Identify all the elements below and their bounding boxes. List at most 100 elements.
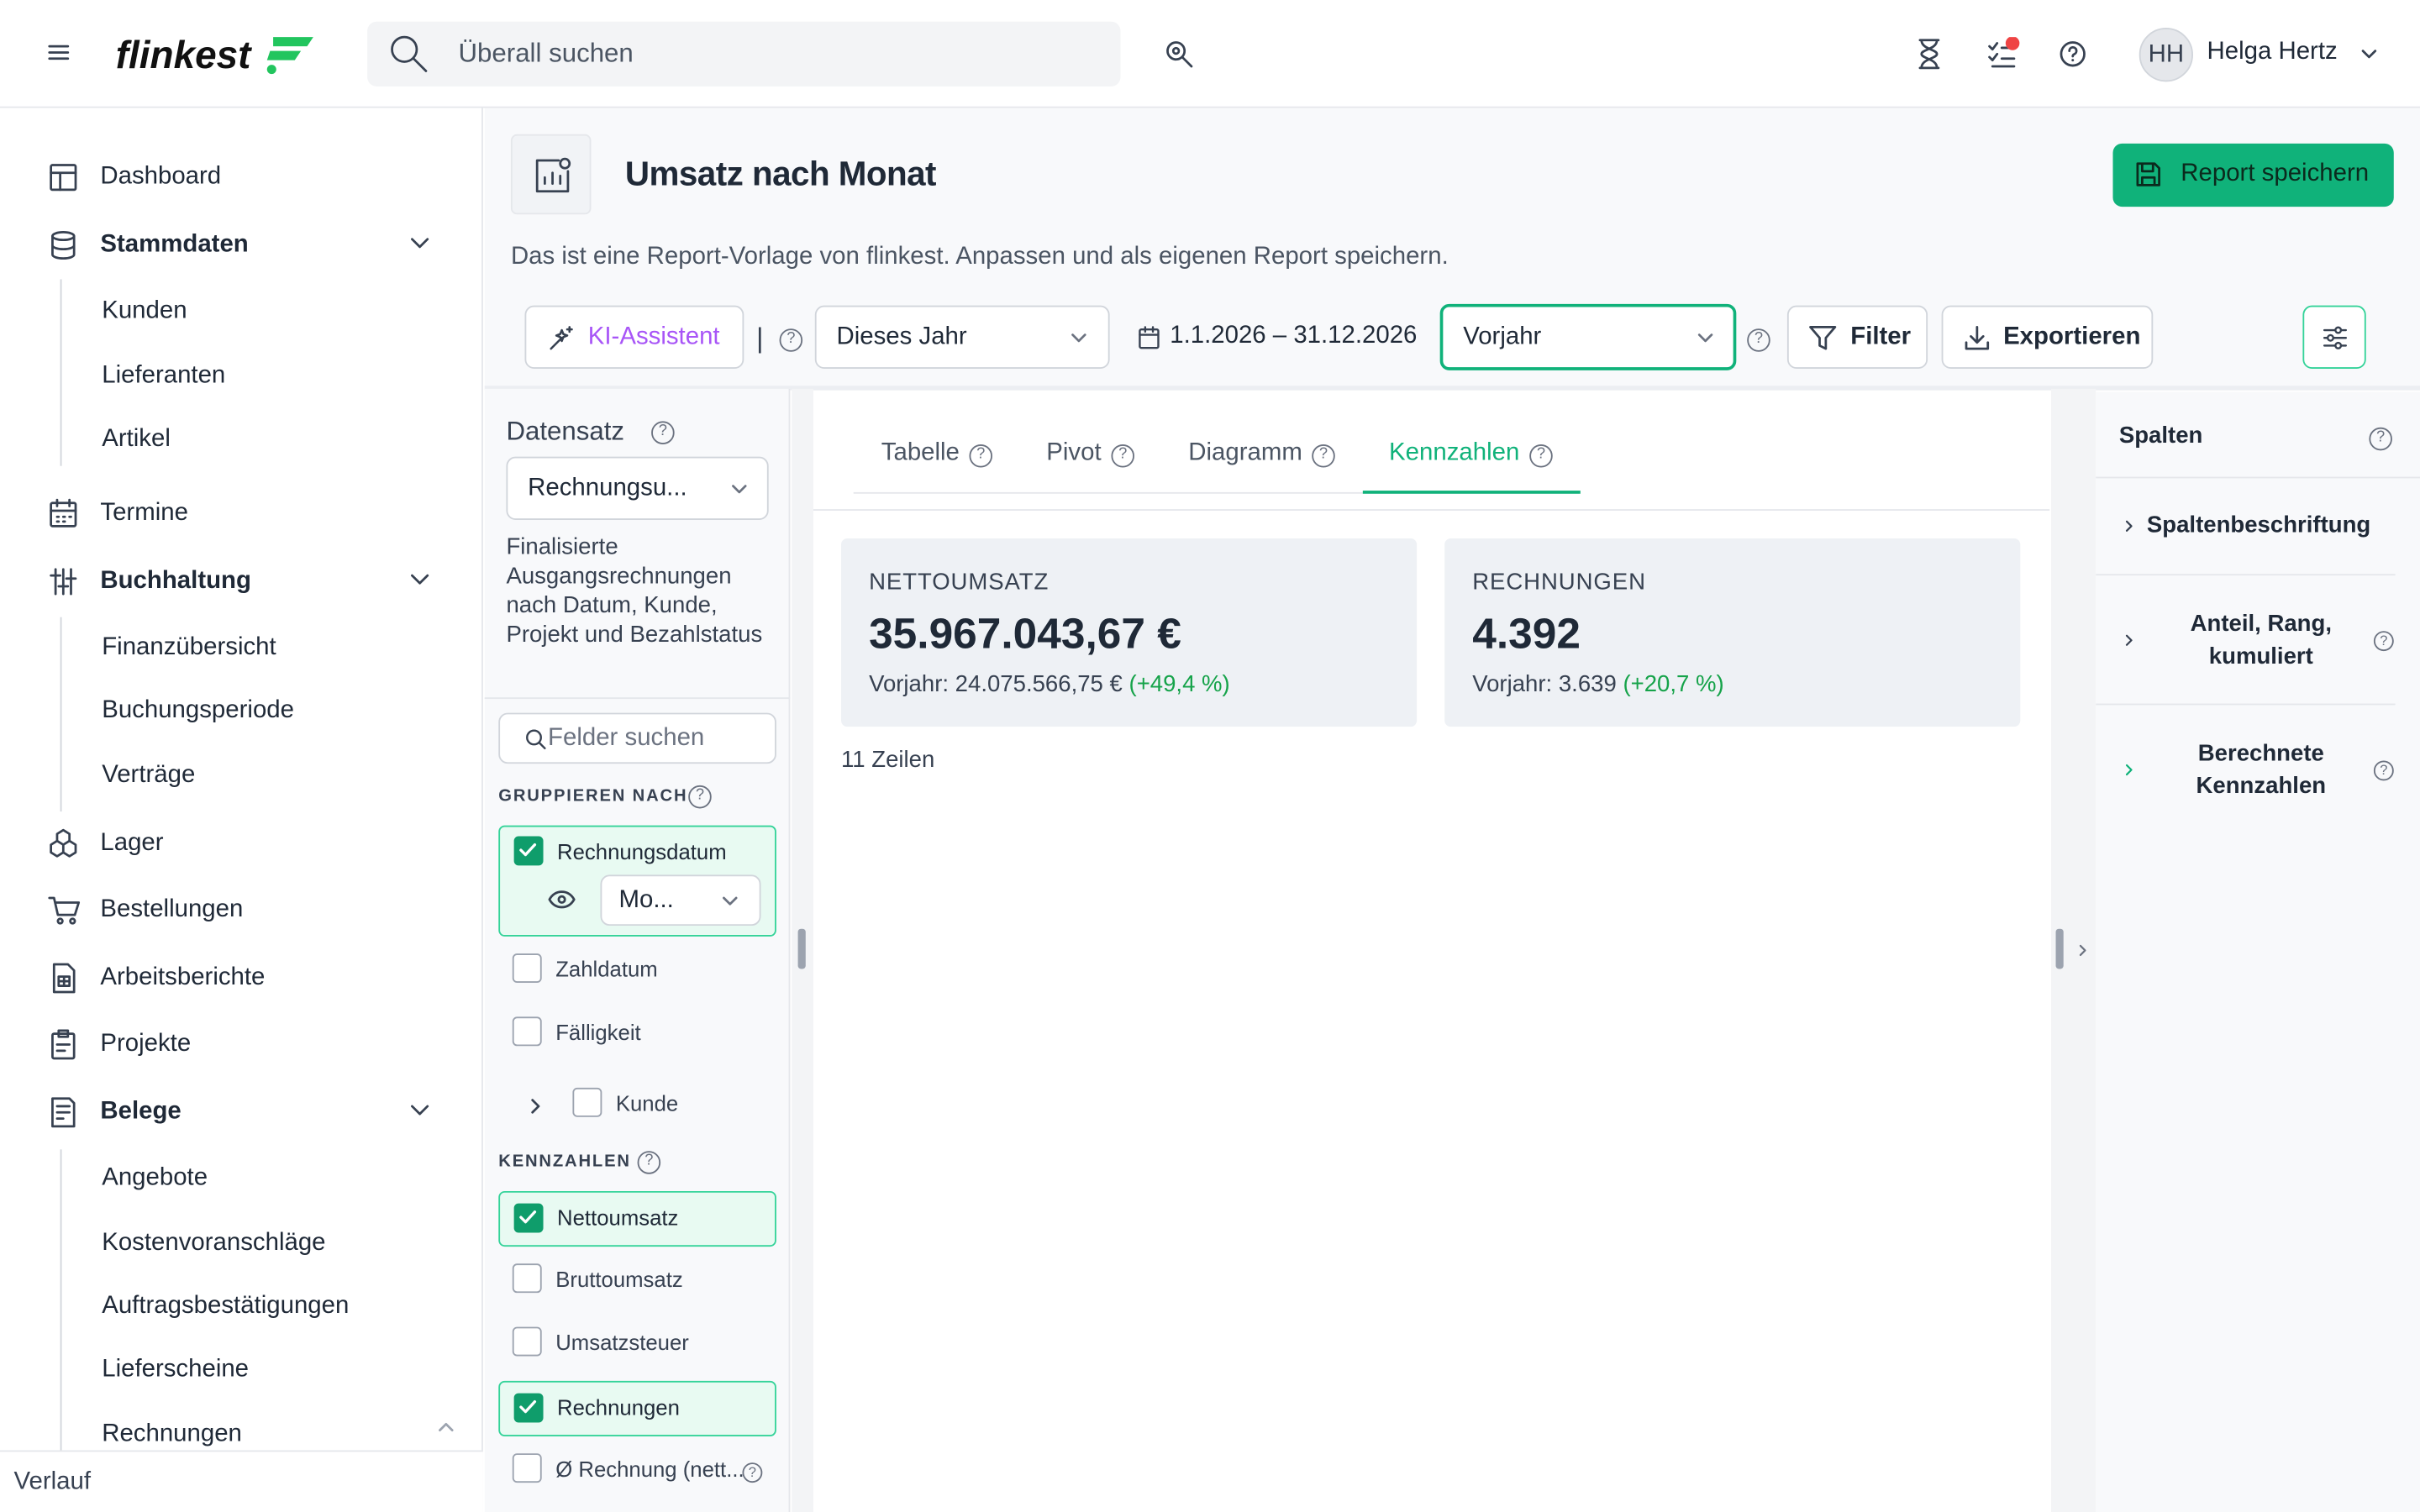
help-icon[interactable]: ? <box>2373 631 2394 652</box>
help-icon[interactable]: ? <box>688 785 712 809</box>
ai-assistant-button[interactable]: KI-Assistent <box>524 305 744 369</box>
checkbox-checked[interactable] <box>513 1393 544 1423</box>
tab-tabelle[interactable]: Tabelle <box>881 439 960 467</box>
sidebar-item-lieferscheine[interactable]: Lieferscheine <box>102 1356 249 1383</box>
sidebar-item-label: Bestellungen <box>100 896 244 923</box>
date-range[interactable]: 1.1.2026 – 31.12.2026 <box>1170 323 1417 350</box>
field-label: Zahldatum <box>555 956 658 982</box>
checkbox-checked[interactable] <box>513 836 544 866</box>
columns-heading: Spalten <box>2118 423 2203 449</box>
kpi-previous: Vorjahr: 24.075.566,75 € <box>869 670 1123 698</box>
chevron-down-icon <box>409 572 431 587</box>
save-icon <box>2134 160 2162 188</box>
avatar[interactable]: HH <box>2139 28 2193 82</box>
hourglass-icon[interactable] <box>1915 39 1943 70</box>
field-label: Fälligkeit <box>555 1020 641 1045</box>
receipt-icon <box>48 1097 79 1128</box>
sparkles-icon <box>546 326 574 354</box>
panel-resizer[interactable] <box>2051 388 2096 1512</box>
eye-icon[interactable] <box>548 889 576 911</box>
help-icon[interactable]: ? <box>969 444 993 468</box>
sidebar-item-artikel[interactable]: Artikel <box>102 426 171 454</box>
download-icon <box>1963 326 1991 352</box>
sidebar-item-angebote[interactable]: Angebote <box>102 1165 208 1193</box>
sidebar-item-stammdaten[interactable]: Stammdaten <box>0 218 483 273</box>
checkbox[interactable] <box>512 1016 542 1047</box>
sidebar-item-finanzuebersicht[interactable]: Finanzübersicht <box>102 634 276 662</box>
sidebar-item-auftragsbestaetigungen[interactable]: Auftragsbestätigungen <box>102 1293 349 1320</box>
help-icon[interactable] <box>2059 40 2086 68</box>
sidebar-item-label: Dashboard <box>100 163 222 190</box>
sidebar-item-rechnungen[interactable]: Rechnungen <box>102 1421 242 1449</box>
compare-select[interactable]: Vorjahr <box>1439 303 1737 370</box>
tree-line <box>60 279 62 466</box>
sidebar-item-kostenvoranschlaege[interactable]: Kostenvoranschläge <box>102 1230 325 1257</box>
columns-item-label: Spaltenbeschriftung <box>2146 512 2371 539</box>
chevron-right-icon <box>2123 633 2134 648</box>
help-icon[interactable]: ? <box>637 1151 661 1174</box>
filter-button[interactable]: Filter <box>1786 305 1928 369</box>
field-search-input[interactable]: Felder suchen <box>498 712 776 764</box>
verlauf-bar[interactable]: Verlauf <box>0 1450 483 1512</box>
sidebar-item-kunden[interactable]: Kunden <box>102 297 187 325</box>
granularity-select[interactable]: Mo... <box>600 874 761 927</box>
dataset-select[interactable]: Rechnungsu... <box>506 456 769 520</box>
checkbox[interactable] <box>512 953 542 983</box>
chevron-down-icon <box>409 1103 431 1118</box>
global-search[interactable]: Überall suchen <box>367 21 1121 87</box>
columns-item-berechnete-kennzahlen[interactable]: Berechnete Kennzahlen ? <box>2096 705 2395 837</box>
sidebar-item-bestellungen[interactable]: Bestellungen <box>0 883 483 938</box>
chevron-down-icon[interactable] <box>2360 46 2378 61</box>
help-icon[interactable]: ? <box>779 328 803 352</box>
period-select[interactable]: Dieses Jahr <box>814 305 1110 369</box>
tab-pivot[interactable]: Pivot <box>1046 439 1101 467</box>
help-icon[interactable]: ? <box>651 421 675 444</box>
flinkest-logo[interactable]: flinkest <box>116 28 317 80</box>
resize-handle[interactable] <box>797 928 806 969</box>
sidebar-item-buchhaltung[interactable]: Buchhaltung <box>0 554 483 609</box>
checkbox[interactable] <box>512 1453 542 1483</box>
columns-item-anteil-rang[interactable]: Anteil, Rang, kumuliert ? <box>2096 575 2396 706</box>
sidebar-item-arbeitsberichte[interactable]: Arbeitsberichte <box>0 950 483 1005</box>
active-tab-indicator <box>1362 491 1581 494</box>
settings-sliders-icon <box>2321 324 2349 352</box>
sidebar-item-lager[interactable]: Lager <box>0 816 483 872</box>
sidebar-item-termine[interactable]: Termine <box>0 486 483 542</box>
checkbox[interactable] <box>572 1087 602 1117</box>
user-name[interactable]: Helga Hertz <box>2207 39 2338 66</box>
help-icon[interactable]: ? <box>1312 444 1335 468</box>
sidebar-item-dashboard[interactable]: Dashboard <box>0 150 483 205</box>
chevron-right-icon[interactable] <box>529 1097 542 1116</box>
dataset-heading: Datensatz <box>506 416 625 446</box>
tasks-icon[interactable] <box>1986 37 2020 71</box>
checkbox[interactable] <box>512 1326 542 1357</box>
menu-icon[interactable] <box>48 42 70 64</box>
tab-kennzahlen[interactable]: Kennzahlen <box>1389 439 1519 467</box>
save-report-button[interactable]: Report speichern <box>2112 143 2394 207</box>
sidebar-item-lieferanten[interactable]: Lieferanten <box>102 363 225 391</box>
search-settings-icon[interactable] <box>1164 39 1195 70</box>
help-icon[interactable]: ? <box>2373 760 2394 781</box>
help-icon[interactable]: ? <box>1529 444 1553 468</box>
columns-item-spaltenbeschriftung[interactable]: Spaltenbeschriftung <box>2096 478 2396 576</box>
help-icon[interactable]: ? <box>742 1462 763 1483</box>
help-icon[interactable]: ? <box>1747 328 1770 352</box>
export-button[interactable]: Exportieren <box>1941 305 2154 369</box>
chevron-up-icon[interactable] <box>437 1421 455 1434</box>
sidebar-item-label: Termine <box>100 500 188 527</box>
help-icon[interactable]: ? <box>1111 444 1134 468</box>
chevron-down-icon <box>730 483 749 496</box>
sidebar-item-vertraege[interactable]: Verträge <box>102 762 195 790</box>
verlauf-label: Verlauf <box>13 1468 92 1495</box>
sidebar-item-belege[interactable]: Belege <box>0 1084 483 1140</box>
resize-handle[interactable] <box>2055 928 2064 969</box>
checkbox[interactable] <box>512 1263 542 1294</box>
sidebar-item-projekte[interactable]: Projekte <box>0 1016 483 1072</box>
settings-button[interactable] <box>2302 305 2366 369</box>
help-icon[interactable]: ? <box>2369 427 2392 451</box>
tab-diagramm[interactable]: Diagramm <box>1188 439 1302 467</box>
panel-resizer[interactable] <box>792 388 813 1512</box>
checkbox-checked[interactable] <box>513 1203 544 1233</box>
sidebar-item-buchungsperiode[interactable]: Buchungsperiode <box>102 697 294 725</box>
chevron-right-icon[interactable] <box>2077 942 2088 958</box>
